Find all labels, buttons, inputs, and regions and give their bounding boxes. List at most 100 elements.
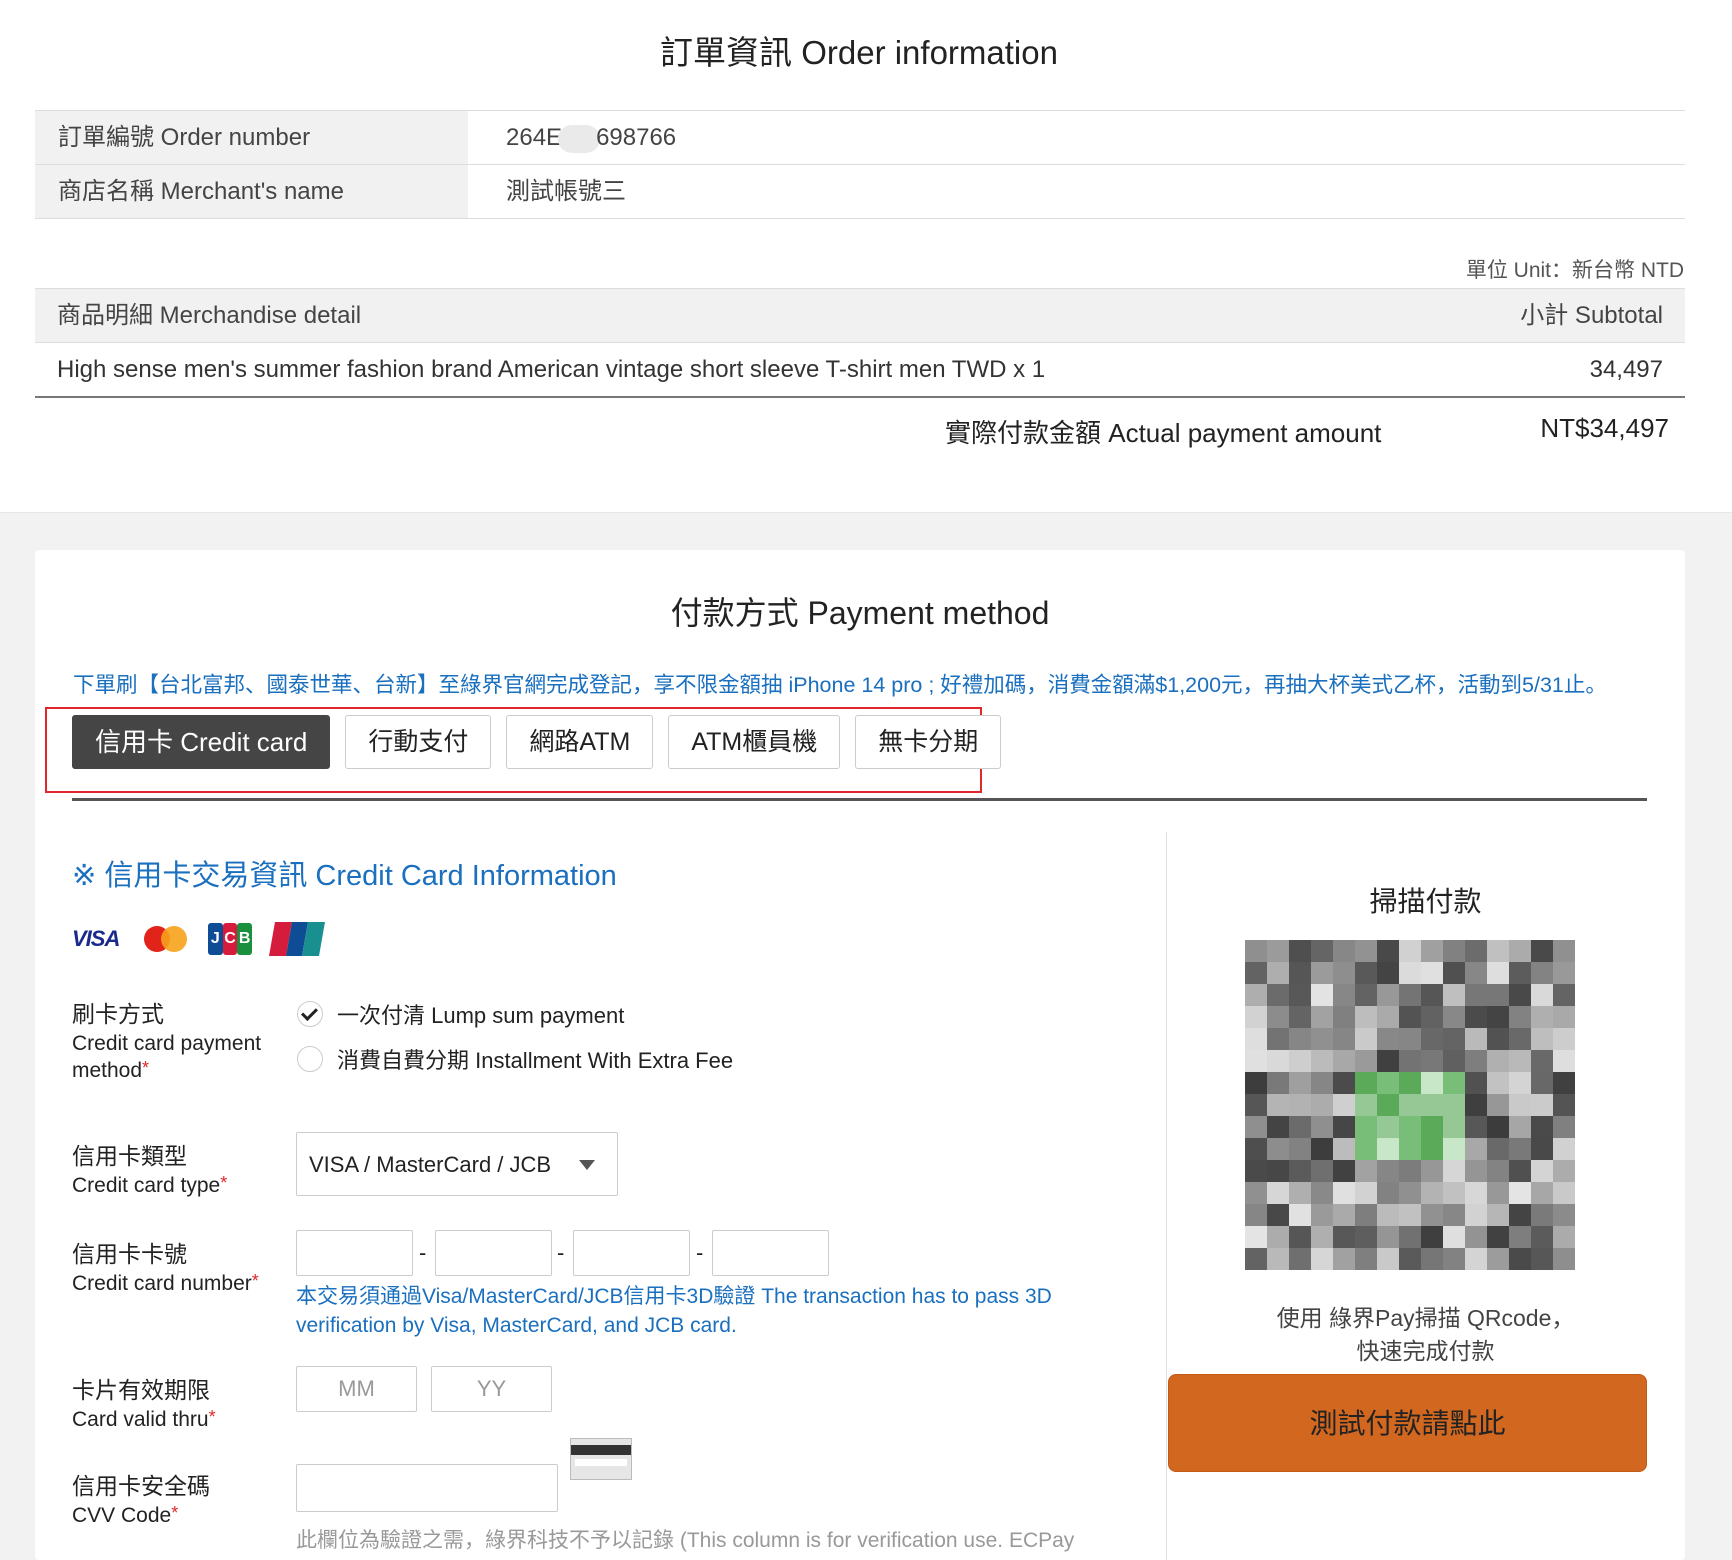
payment-method-label: 刷卡方式 Credit card payment method* <box>72 1000 262 1084</box>
qr-pixel <box>1531 1138 1554 1161</box>
qr-pixel <box>1443 962 1466 985</box>
qr-pixel <box>1333 1182 1356 1205</box>
qr-pixel <box>1289 940 1312 963</box>
qr-pixel <box>1421 1248 1444 1270</box>
qr-pixel <box>1289 1160 1312 1183</box>
qr-pixel <box>1443 940 1466 963</box>
qr-pixel <box>1245 1006 1268 1029</box>
qr-pixel <box>1289 1094 1312 1117</box>
qr-pixel <box>1487 962 1510 985</box>
card-number-input-3[interactable] <box>573 1230 690 1276</box>
qr-pixel <box>1553 1226 1575 1249</box>
qr-pixel <box>1531 984 1554 1007</box>
qr-pixel <box>1465 1006 1488 1029</box>
qr-pixel <box>1487 1094 1510 1117</box>
qr-pixel <box>1465 1138 1488 1161</box>
card-number-input-2[interactable] <box>435 1230 552 1276</box>
valid-thru-label: 卡片有效期限 Card valid thru* <box>72 1376 216 1433</box>
qr-pixel <box>1267 1094 1290 1117</box>
qr-pixel <box>1399 1160 1422 1183</box>
qr-pixel <box>1289 1248 1312 1270</box>
installment-radio[interactable] <box>297 1046 323 1072</box>
qr-pixel <box>1289 1116 1312 1139</box>
qr-pixel <box>1509 1248 1532 1270</box>
test-payment-button[interactable]: 測試付款請點此 <box>1168 1374 1647 1472</box>
qr-pixel <box>1553 1138 1575 1161</box>
qr-pixel <box>1355 1028 1378 1051</box>
qr-pixel <box>1553 1160 1575 1183</box>
card-number-input-1[interactable] <box>296 1230 413 1276</box>
qr-pixel <box>1289 1006 1312 1029</box>
qr-pixel <box>1245 1204 1268 1227</box>
required-mark: * <box>251 1270 259 1291</box>
cvv-note: 此欄位為驗證之需，綠界科技不予以記錄 (This column is for v… <box>296 1529 1075 1552</box>
qr-pixel <box>1509 1116 1532 1139</box>
total-label: 實際付款金額 Actual payment amount <box>945 418 1382 448</box>
tab-credit-card[interactable]: 信用卡 Credit card <box>72 715 331 769</box>
payment-section: 付款方式 Payment method 下單刷【台北富邦、國泰世華、台新】至綠界… <box>35 550 1685 1560</box>
order-table: 訂單編號 Order number 264E 698766 商店名稱 Mercha… <box>35 110 1685 219</box>
qr-pixel <box>1487 1160 1510 1183</box>
qr-pixel <box>1443 1006 1466 1029</box>
card-number-input-4[interactable] <box>712 1230 829 1276</box>
merchant-name-value: 測試帳號三 <box>506 178 626 205</box>
tab-divider <box>72 798 1647 801</box>
required-mark: * <box>142 1058 150 1079</box>
card-type-label-en-text: Credit card type <box>72 1173 221 1197</box>
lump-sum-radio[interactable] <box>297 1001 323 1027</box>
promo-banner[interactable]: 下單刷【台北富邦、國泰世華、台新】至綠界官網完成登記，享不限金額抽 iPhone… <box>73 668 1607 699</box>
qr-pixel <box>1399 962 1422 985</box>
cvv-label-en: CVV Code* <box>72 1502 210 1529</box>
qr-pixel <box>1553 984 1575 1007</box>
qr-pixel <box>1355 984 1378 1007</box>
tab-cardless-installment[interactable]: 無卡分期 <box>855 715 1002 769</box>
qr-pixel <box>1245 1226 1268 1249</box>
qr-pixel <box>1487 1182 1510 1205</box>
expiry-year-input[interactable]: YY <box>431 1366 552 1412</box>
qr-pixel <box>1465 1094 1488 1117</box>
qr-pixel <box>1267 1050 1290 1073</box>
tab-atm[interactable]: ATM櫃員機 <box>668 715 841 769</box>
qr-pixel <box>1531 1248 1554 1270</box>
qr-pixel <box>1333 984 1356 1007</box>
qr-pixel <box>1421 1116 1444 1139</box>
qr-pixel <box>1267 1072 1290 1095</box>
qr-pixel <box>1553 1248 1575 1270</box>
qr-pixel <box>1311 1050 1334 1073</box>
expiry-month-input[interactable]: MM <box>296 1366 417 1412</box>
card-type-select[interactable]: VISA / MasterCard / JCB <box>296 1132 618 1196</box>
card-type-label-zh: 信用卡類型 <box>72 1143 187 1169</box>
qr-pixel <box>1377 1138 1400 1161</box>
qr-pixel <box>1267 1248 1290 1270</box>
order-number-mask <box>558 124 601 153</box>
card-number-dash: - <box>557 1240 565 1265</box>
order-number-row: 訂單編號 Order number 264E 698766 <box>35 111 1685 165</box>
qr-pixel <box>1531 962 1554 985</box>
qr-pixel <box>1355 1116 1378 1139</box>
merchandise-header: 商品明細 Merchandise detail 小計 Subtotal <box>35 288 1685 343</box>
payment-method-label-en: Credit card payment method* <box>72 1030 262 1085</box>
order-info-section: 訂單資訊 Order information 訂單編號 Order number… <box>0 0 1732 513</box>
qr-pixel <box>1245 1094 1268 1117</box>
qr-pixel <box>1399 940 1422 963</box>
qr-pixel <box>1355 1072 1378 1095</box>
tab-web-atm[interactable]: 網路ATM <box>506 715 654 769</box>
qr-pixel <box>1245 1072 1268 1095</box>
order-number-suffix: 698766 <box>596 124 677 151</box>
qr-pixel <box>1465 1050 1488 1073</box>
qr-pixel <box>1245 1182 1268 1205</box>
valid-thru-label-en-text: Card valid thru <box>72 1407 209 1431</box>
qr-pixel <box>1465 1182 1488 1205</box>
cvv-input[interactable] <box>296 1464 558 1512</box>
qr-pixel <box>1553 1116 1575 1139</box>
tab-mobile-payment[interactable]: 行動支付 <box>345 715 492 769</box>
card-number-dash: - <box>419 1240 427 1265</box>
qr-pixel <box>1377 940 1400 963</box>
installment-option[interactable]: 消費自費分期 Installment With Extra Fee <box>297 1043 733 1075</box>
card-number-label: 信用卡卡號 Credit card number* <box>72 1240 259 1297</box>
merchandise-detail-header: 商品明細 Merchandise detail <box>57 302 362 329</box>
credit-card-info-title: ※ 信用卡交易資訊 Credit Card Information <box>72 860 617 892</box>
lump-sum-option[interactable]: 一次付清 Lump sum payment <box>297 998 624 1030</box>
qr-pixel <box>1355 1182 1378 1205</box>
qr-pixel <box>1553 1204 1575 1227</box>
